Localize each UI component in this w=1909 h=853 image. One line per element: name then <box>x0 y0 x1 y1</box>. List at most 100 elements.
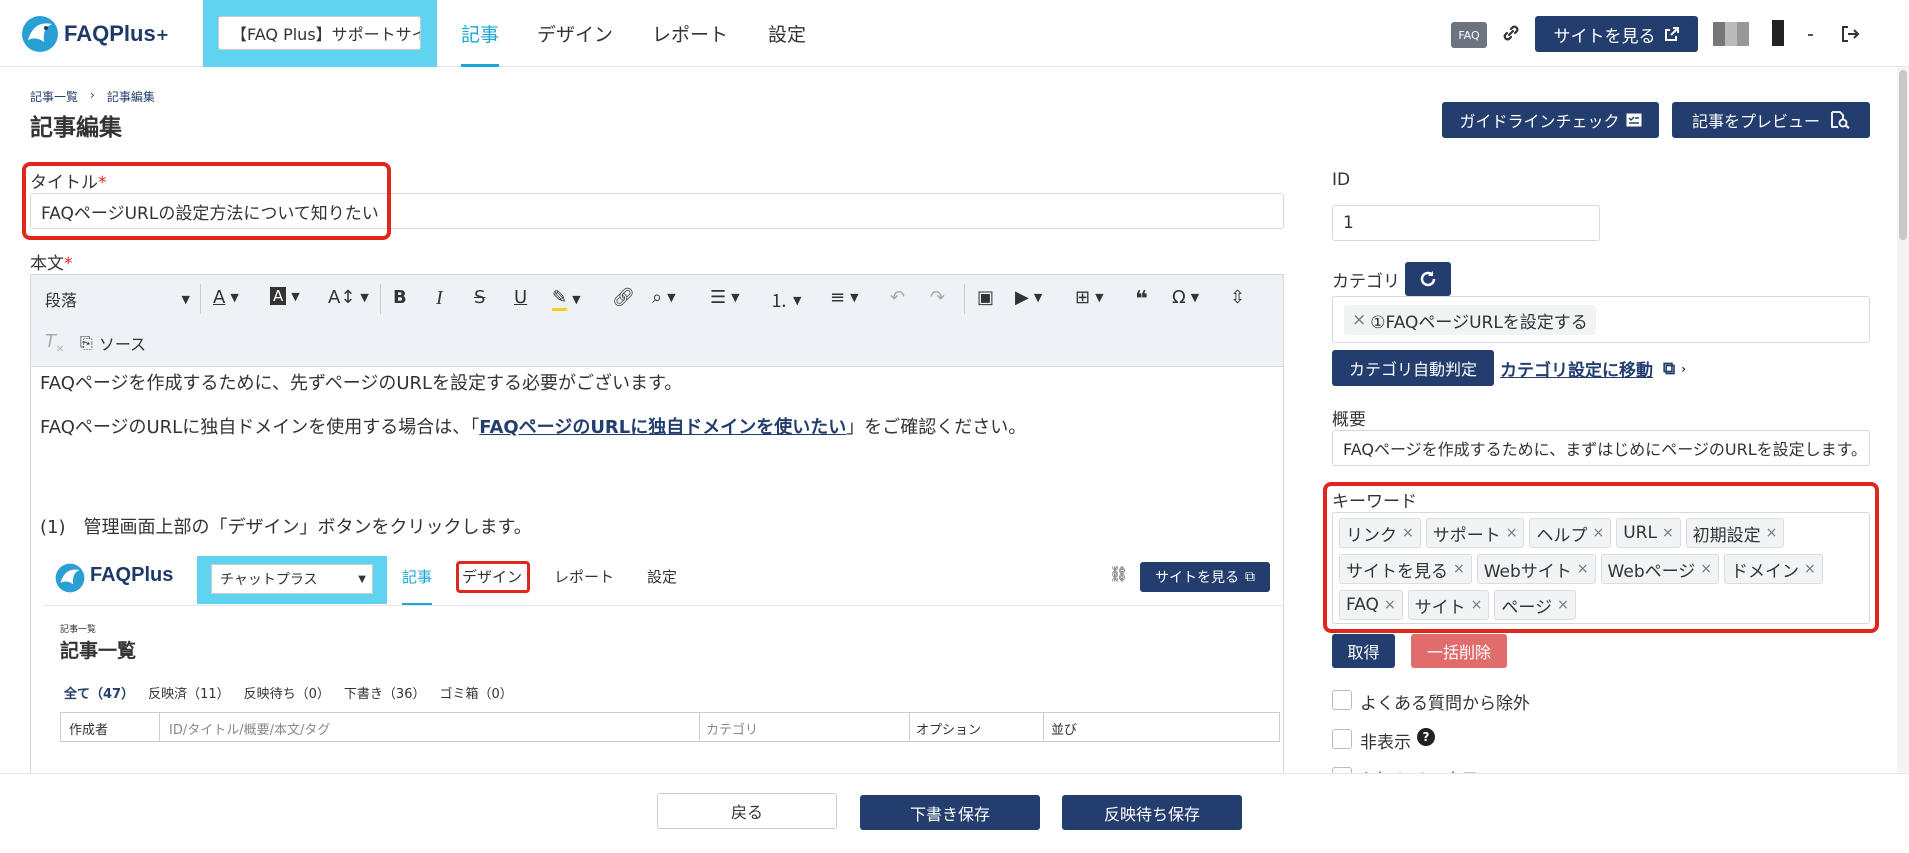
embedded-col-option: オプション <box>916 723 982 738</box>
nav-articles[interactable]: 記事 <box>461 20 499 47</box>
embedded-screenshot: FAQPlus チャットプラス ▼ 記事 デザイン レポート 設定 ⛓ サイトを見… <box>44 550 1284 774</box>
hidden-label: 非表示 <box>1360 733 1411 753</box>
embedded-col-search: ID/タイトル/概要/本文/タグ <box>169 723 331 738</box>
summary-label: 概要 <box>1332 410 1366 430</box>
font-size-button[interactable]: A↕ ▼ <box>328 287 369 308</box>
embedded-col-sort: 並び <box>1051 723 1078 738</box>
highlighter-icon: ✎ <box>552 287 568 311</box>
editor-paragraph-1[interactable]: FAQページを作成するために、先ずページのURLを設定する必要がございます。 <box>40 369 682 395</box>
embedded-link-icon: ⛓ <box>1109 565 1129 583</box>
faq-badge-icon[interactable]: FAQ <box>1451 22 1487 48</box>
embedded-col-category: カテゴリ <box>706 723 759 738</box>
summary-input[interactable]: FAQページを作成するために、まずはじめにページのURLを設定します。 <box>1332 430 1870 466</box>
table-icon: ⊞ <box>1075 287 1091 308</box>
media-icon: ▶ <box>1015 287 1029 308</box>
scrollbar-thumb[interactable] <box>1899 70 1907 240</box>
embedded-col-author: 作成者 <box>69 723 109 738</box>
preview-search-icon <box>1831 111 1850 129</box>
fetch-keywords-button[interactable]: 取得 <box>1332 634 1395 668</box>
embedded-selector-value: チャットプラス <box>220 572 318 588</box>
redo-button[interactable]: ↷ <box>930 287 945 308</box>
user-avatar[interactable] <box>1713 22 1749 46</box>
breadcrumb: 記事一覧 › 記事編集 <box>30 88 155 105</box>
custom-domain-link[interactable]: FAQページのURLに独自ドメインを使いたい <box>479 417 846 438</box>
nav-design[interactable]: デザイン <box>537 20 613 47</box>
chevron-down-icon: ▼ <box>230 291 239 304</box>
view-site-button[interactable]: サイトを見る <box>1535 16 1698 52</box>
body-required-mark: * <box>64 254 73 274</box>
category-tag[interactable]: × ①FAQページURLを設定する <box>1344 305 1596 335</box>
embedded-col-divider <box>909 713 910 741</box>
back-button[interactable]: 戻る <box>657 793 837 829</box>
chevron-down-icon: ▼ <box>850 291 859 304</box>
embedded-col-divider <box>159 713 160 741</box>
font-color-button[interactable]: A ▼ <box>213 287 239 308</box>
nav-settings[interactable]: 設定 <box>768 20 806 47</box>
title-highlight-box <box>22 162 391 240</box>
breadcrumb-articles[interactable]: 記事一覧 <box>30 88 78 105</box>
italic-button[interactable]: I <box>436 287 443 310</box>
toolbar-separator <box>200 284 201 314</box>
editor-paragraph-2[interactable]: FAQページのURLに独自ドメインを使用する場合は、「FAQページのURLに独自… <box>40 413 1026 439</box>
page-break-button[interactable]: ⇳ <box>1230 287 1245 308</box>
highlight-button[interactable]: ✎ ▼ <box>552 287 581 311</box>
link-icon: 🔗︎ <box>612 287 635 308</box>
logout-icon[interactable] <box>1840 24 1860 44</box>
underline-button[interactable]: U <box>514 287 527 308</box>
font-color-icon: A <box>213 287 226 308</box>
link-icon[interactable] <box>1500 22 1522 44</box>
hidden-checkbox[interactable] <box>1332 729 1352 749</box>
search-replace-button[interactable]: ⌕ ▼ <box>652 287 676 308</box>
embedded-filters: 全て（47） 反映済（11） 反映待ち（0） 下書き（36） ゴミ箱（0） <box>64 683 513 702</box>
view-site-label: サイトを見る <box>1553 26 1656 47</box>
embedded-title: 記事一覧 <box>60 640 137 662</box>
table-button[interactable]: ⊞ ▼ <box>1075 287 1104 308</box>
body-label: 本文* <box>30 249 73 274</box>
project-selector[interactable]: 【FAQ Plus】サポートサイト <box>218 16 421 50</box>
background-color-button[interactable]: A ▼ <box>270 287 300 305</box>
category-auto-button[interactable]: カテゴリ自動判定 <box>1332 350 1494 386</box>
undo-button[interactable]: ↶ <box>890 287 905 308</box>
preview-button[interactable]: 記事をプレビュー <box>1672 102 1870 138</box>
embedded-logo-icon <box>55 563 85 593</box>
source-button[interactable]: ⎘ ソース <box>80 331 146 355</box>
media-button[interactable]: ▶ ▼ <box>1015 287 1042 308</box>
category-refresh-button[interactable] <box>1405 262 1451 296</box>
category-select[interactable]: × ①FAQページURLを設定する <box>1332 296 1870 343</box>
pending-save-button[interactable]: 反映待ち保存 <box>1062 795 1242 830</box>
source-code-icon: ⎘ <box>80 333 93 352</box>
checklist-icon <box>1626 113 1641 127</box>
nav-report[interactable]: レポート <box>652 20 728 47</box>
bullet-list-button[interactable]: ☰ ▼ <box>710 287 740 308</box>
embedded-breadcrumb: 記事一覧 <box>60 625 97 635</box>
embedded-nav-indicator <box>402 603 432 605</box>
strikethrough-button[interactable]: S <box>474 287 485 308</box>
exclude-faq-checkbox[interactable] <box>1332 690 1352 710</box>
clear-format-button[interactable]: T× <box>45 331 64 355</box>
draft-save-button[interactable]: 下書き保存 <box>860 795 1040 830</box>
block-format-dropdown[interactable]: 段落 ▼ <box>45 287 190 311</box>
image-button[interactable]: ▣ <box>977 287 994 308</box>
logo[interactable]: FAQPlus + <box>20 12 169 56</box>
bold-button[interactable]: B <box>393 287 407 308</box>
refresh-icon <box>1420 271 1436 287</box>
block-format-value: 段落 <box>45 291 78 310</box>
external-link-icon: ⧉ <box>1245 569 1255 585</box>
link-button[interactable]: 🔗︎ <box>612 287 635 308</box>
remove-icon[interactable]: × <box>1352 310 1366 330</box>
chevron-down-icon: ▼ <box>1033 291 1043 304</box>
embedded-col-divider <box>699 713 700 741</box>
category-settings-link[interactable]: カテゴリ設定に移動 ⧉ › <box>1500 356 1686 382</box>
guideline-check-button[interactable]: ガイドラインチェック <box>1442 102 1659 138</box>
help-icon[interactable]: ? <box>1417 728 1435 746</box>
keywords-highlight-box <box>1323 482 1879 633</box>
embedded-selector: チャットプラス ▼ <box>211 564 373 594</box>
editor-step-1[interactable]: (1) 管理画面上部の「デザイン」ボタンをクリックします。 <box>40 513 532 539</box>
special-char-button[interactable]: Ω ▼ <box>1172 287 1199 308</box>
numbered-list-button[interactable]: ⒈ ▼ <box>770 287 801 313</box>
align-button[interactable]: ≡ ▼ <box>830 287 859 308</box>
bulk-delete-button[interactable]: 一括削除 <box>1411 634 1507 668</box>
numbered-list-icon: ⒈ <box>770 291 788 312</box>
id-input[interactable]: 1 <box>1332 205 1600 241</box>
blockquote-button[interactable]: ❝ <box>1135 287 1148 312</box>
